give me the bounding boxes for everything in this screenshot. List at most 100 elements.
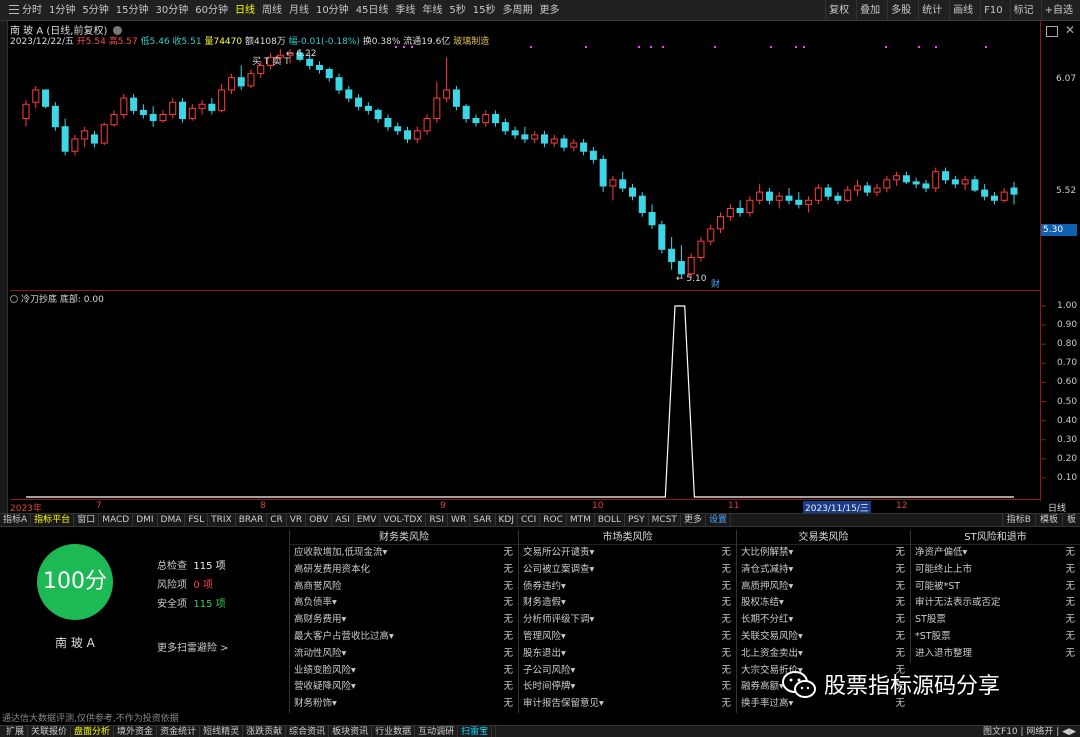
risk-item[interactable]: 高负债率▾ 无 (290, 595, 518, 612)
risk-item[interactable]: 最大客户占营收比过高▾ 无 (290, 629, 518, 646)
risk-item[interactable]: 关联交易风险▾ 无 (737, 629, 910, 646)
tab-right-button[interactable]: 板 (1061, 514, 1080, 527)
risk-item[interactable]: ST股票 无 (911, 612, 1080, 629)
bottom-tab[interactable]: 综合资讯 (286, 726, 330, 737)
bottom-tab[interactable]: 互动调研 (415, 726, 459, 737)
bottom-tab[interactable]: 短线精灵 (200, 726, 244, 737)
indicator-tab[interactable]: VOL-TDX (380, 514, 427, 527)
risk-item[interactable]: 高研发费用资本化 无 (290, 562, 518, 579)
risk-item[interactable]: 长期不分红▾ 无 (737, 612, 910, 629)
risk-item[interactable]: 业绩变脸风险▾ 无 (290, 663, 518, 680)
risk-item[interactable]: 高商誉风险 无 (290, 579, 518, 596)
indicator-tab[interactable]: KDJ (496, 514, 518, 527)
risk-item[interactable]: 交易所公开谴责▾ 无 (519, 545, 736, 562)
indicator-tab[interactable]: 指标平台 (31, 514, 75, 527)
indicator-tab[interactable]: PSY (625, 514, 649, 527)
date-axis: 2023年 7 8 9 10 11 2023/11/15/三 12 (10, 501, 1040, 514)
risk-item[interactable]: 高质押风险▾ 无 (737, 579, 910, 596)
bottom-tab[interactable]: 关联报价 (28, 726, 72, 737)
indicator-tab[interactable]: VR (287, 514, 307, 527)
indicator-tab[interactable]: WR (448, 514, 471, 527)
indicator-tab[interactable]: BRAR (236, 514, 268, 527)
indicator-tab[interactable]: 指标A (0, 514, 32, 527)
indicator-tab[interactable]: FSL (185, 514, 209, 527)
indicator-tab[interactable]: RSI (426, 514, 449, 527)
risk-item[interactable]: 清仓式减持▾ 无 (737, 562, 910, 579)
indicator-tab[interactable]: MACD (99, 514, 134, 527)
risk-item-label: 关联交易风险▾ (741, 630, 803, 642)
risk-item[interactable]: 营收疑降风险▾ 无 (290, 679, 518, 696)
risk-item[interactable]: 股权冻结▾ 无 (737, 595, 910, 612)
risk-item[interactable]: 管理风险▾ 无 (519, 629, 736, 646)
risk-item[interactable]: 大比例解禁▾ 无 (737, 545, 910, 562)
risk-item-label: 股东退出▾ (523, 647, 566, 659)
risk-item-status: 无 (721, 614, 731, 626)
risk-item-label: 股权冻结▾ (741, 597, 784, 609)
risk-item-label: 高质押风险▾ (741, 580, 794, 592)
indicator-axis-label: 1.00 (1057, 301, 1078, 311)
risk-item-status: 无 (503, 597, 513, 609)
risk-item[interactable]: 分析师评级下调▾ 无 (519, 612, 736, 629)
risk-item[interactable]: 高财务费用▾ 无 (290, 612, 518, 629)
risk-item[interactable]: 子公司风险▾ 无 (519, 663, 736, 680)
risk-item-status: 无 (503, 580, 513, 592)
risk-item[interactable]: 北上资金卖出▾ 无 (737, 646, 910, 663)
indicator-tab[interactable]: ASI (332, 514, 354, 527)
indicator-tab[interactable]: 窗口 (74, 514, 100, 527)
indicator-tab[interactable]: ROC (540, 514, 567, 527)
indicator-tab[interactable]: MCST (649, 514, 681, 527)
stat-value: 115 项 (193, 599, 226, 610)
risk-item-status: 无 (503, 563, 513, 575)
indicator-line (26, 305, 1014, 498)
indicator-tab[interactable]: 更多 (681, 514, 706, 527)
risk-item[interactable]: 财务粉饰▾ 无 (290, 696, 518, 713)
bottom-tab[interactable]: 涨跌贡献 (243, 726, 287, 737)
risk-item[interactable]: 长时间停牌▾ 无 (519, 679, 736, 696)
risk-item-label: 业绩变脸风险▾ (294, 664, 356, 676)
indicator-tab[interactable]: MTM (567, 514, 595, 527)
risk-item[interactable]: 财务造假▾ 无 (519, 595, 736, 612)
risk-item[interactable]: 净资产偏低▾ 无 (911, 545, 1080, 562)
risk-item[interactable]: *ST股票 无 (911, 629, 1080, 646)
indicator-tab[interactable]: DMI (133, 514, 158, 527)
indicator-tab[interactable]: CR (267, 514, 287, 527)
indicator-chart[interactable] (0, 0, 1080, 520)
bottom-tab[interactable]: 扫雷宝 (458, 726, 493, 737)
risk-item-label: 交易所公开谴责▾ (523, 547, 595, 558)
more-risk-link[interactable]: 更多扫雷避险 > (157, 639, 229, 654)
risk-item-label: 最大客户占营收比过高▾ (294, 630, 394, 642)
risk-item[interactable]: 可能被*ST 无 (911, 579, 1080, 596)
risk-item-label: *ST股票 (915, 630, 951, 642)
risk-item-label: 审计报告保留意见▾ (523, 698, 604, 710)
risk-item[interactable]: 应收款增加,低现金流▾ 无 (290, 545, 518, 562)
bottom-tab[interactable]: 资金统计 (157, 726, 201, 737)
indicator-tab[interactable]: SAR (470, 514, 496, 527)
risk-item[interactable]: 进入退市整理 无 (911, 646, 1080, 663)
indicator-tab[interactable]: TRIX (208, 514, 236, 527)
tab-right-button[interactable]: 指标B (1001, 514, 1035, 527)
indicator-tab[interactable]: CCI (518, 514, 541, 527)
bottom-tab[interactable]: 境外资金 (114, 726, 158, 737)
disclaimer: 通达信大数据评测,仅供参考,不作为投资依据 (2, 714, 179, 724)
watermark: 股票指标源码分享 (782, 668, 1000, 700)
indicator-tab[interactable]: EMV (354, 514, 381, 527)
indicator-tab[interactable]: OBV (306, 514, 333, 527)
risk-item[interactable]: 公司被立案调查▾ 无 (519, 562, 736, 579)
indicator-tab[interactable]: 设置 (706, 514, 731, 527)
indicator-tab[interactable]: BOLL (595, 514, 626, 527)
bottom-tab[interactable]: 盘面分析 (71, 726, 115, 737)
risk-item[interactable]: 审计报告保留意见▾ 无 (519, 696, 736, 713)
bottom-tab[interactable]: 板块资讯 (329, 726, 373, 737)
risk-item-label: 可能终止上市 (915, 563, 973, 575)
indicator-axis-label: 0.90 (1057, 320, 1078, 331)
bottom-tab[interactable]: 扩展 (3, 726, 29, 737)
risk-item[interactable]: 流动性风险▾ 无 (290, 646, 518, 663)
tab-right-button[interactable]: 模板 (1034, 514, 1062, 527)
risk-item[interactable]: 股东退出▾ 无 (519, 646, 736, 663)
wechat-icon (782, 671, 816, 698)
risk-item[interactable]: 债券违约▾ 无 (519, 579, 736, 596)
indicator-tab[interactable]: DMA (158, 514, 186, 527)
risk-item[interactable]: 审计无法表示或否定 无 (911, 595, 1080, 612)
bottom-tab[interactable]: 行业数据 (372, 726, 416, 737)
risk-item[interactable]: 可能终止上市 无 (911, 562, 1080, 579)
